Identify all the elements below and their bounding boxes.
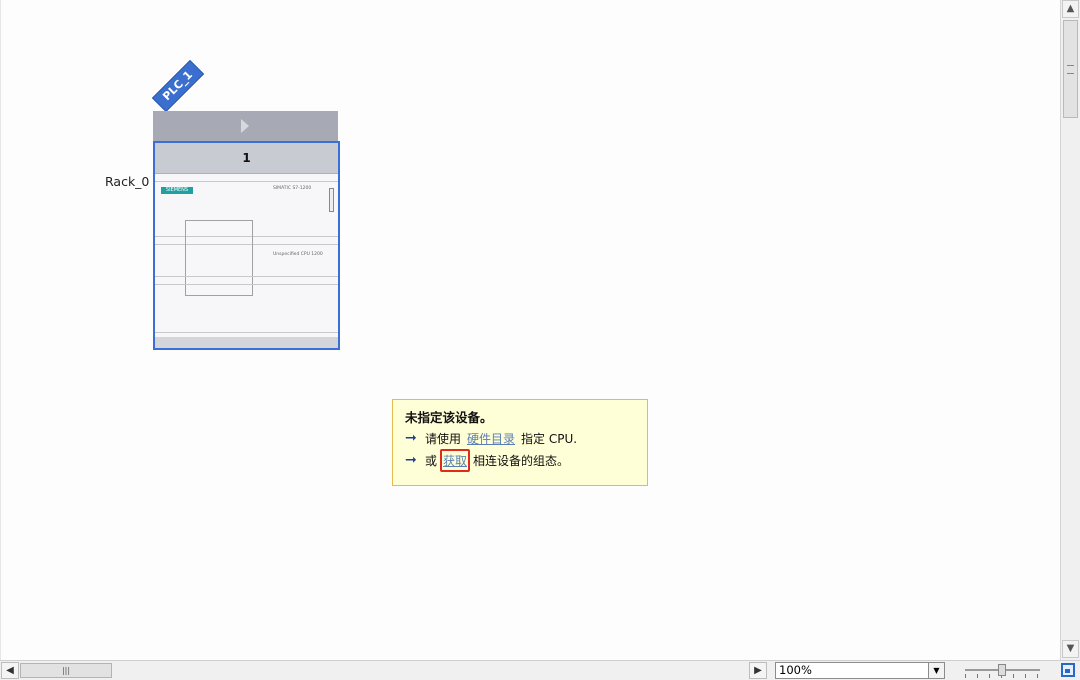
info-title: 未指定该设备。 <box>405 410 493 425</box>
rack-label: Rack_0 <box>105 174 150 189</box>
vertical-scrollbar[interactable]: ▲ ▼ <box>1060 0 1080 660</box>
module-latch <box>329 188 334 212</box>
device-view-canvas[interactable]: PLC_1 Rack_0 1 SIEMENS SIMATIC S7-1200 U… <box>0 0 1061 660</box>
cpu-sub-text: Unspecified CPU 1200 <box>273 252 323 257</box>
expand-arrow-icon[interactable] <box>241 119 249 133</box>
zoom-slider[interactable] <box>965 664 1040 678</box>
chevron-right-icon[interactable]: ▶ <box>749 662 767 679</box>
rack-header[interactable] <box>153 111 338 141</box>
divider <box>155 276 338 277</box>
cpu-module-graphic[interactable]: SIEMENS SIMATIC S7-1200 Unspecified CPU … <box>155 174 338 348</box>
info-line2-suffix: 相连设备的组态。 <box>473 453 570 468</box>
module-bottom-rail <box>155 337 338 348</box>
rack-cpu-module[interactable]: 1 SIEMENS SIMATIC S7-1200 Unspecified CP… <box>153 141 340 350</box>
info-line2-prefix: 或 <box>425 453 438 468</box>
zoom-fit-icon[interactable] <box>1061 663 1075 677</box>
chevron-down-icon[interactable]: ▼ <box>928 663 944 678</box>
bottom-toolbar: ◀ ||| ▶ 100% ▼ <box>0 660 1080 680</box>
arrow-right-icon: ➞ <box>405 430 417 446</box>
arrow-right-icon: ➞ <box>405 452 417 468</box>
slot-number: 1 <box>155 143 338 174</box>
chevron-up-icon[interactable]: ▲ <box>1062 0 1079 18</box>
cpu-model-text: SIMATIC S7-1200 <box>273 186 312 191</box>
info-line1-suffix: 指定 CPU. <box>521 431 578 446</box>
hardware-catalog-link[interactable]: 硬件目录 <box>467 430 515 447</box>
siemens-logo: SIEMENS <box>161 187 193 194</box>
zoom-slider-handle[interactable] <box>998 664 1006 676</box>
plc-name-tag[interactable]: PLC_1 <box>151 59 205 113</box>
vertical-scroll-thumb[interactable] <box>1063 20 1078 118</box>
chevron-down-icon[interactable]: ▼ <box>1062 640 1079 658</box>
info-line-hardware-catalog: ➞ 请使用 硬件目录 指定 CPU. <box>405 427 647 449</box>
horizontal-scroll-thumb[interactable]: ||| <box>20 663 112 678</box>
info-line1-prefix: 请使用 <box>425 431 462 446</box>
zoom-level-value: 100% <box>779 663 812 677</box>
divider <box>155 284 338 285</box>
chevron-left-icon[interactable]: ◀ <box>1 662 19 679</box>
divider <box>155 181 338 182</box>
zoom-level-select[interactable]: 100% ▼ <box>775 662 945 679</box>
divider <box>155 332 338 333</box>
detect-link[interactable]: 获取 <box>440 448 471 472</box>
unspecified-device-info-box: 未指定该设备。 ➞ 请使用 硬件目录 指定 CPU. ➞ 或 获取 相连设备的组… <box>392 399 648 486</box>
info-line-detect: ➞ 或 获取 相连设备的组态。 <box>405 448 647 472</box>
